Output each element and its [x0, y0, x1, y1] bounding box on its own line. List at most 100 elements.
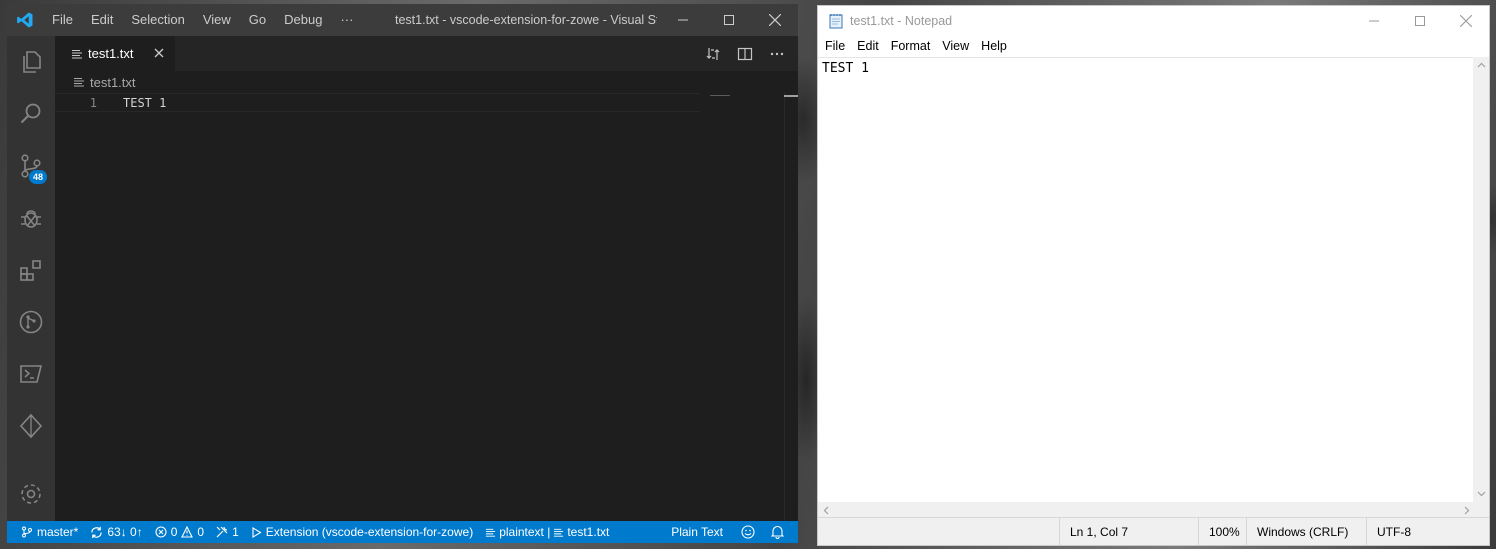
menu-file[interactable]: File — [43, 4, 82, 36]
scrollbar-corner — [1473, 502, 1489, 518]
notepad-vertical-scrollbar[interactable] — [1473, 57, 1489, 502]
notepad-menu-edit[interactable]: Edit — [851, 36, 885, 56]
maximize-icon — [1415, 16, 1425, 26]
notepad-horizontal-scrollbar[interactable] — [818, 502, 1475, 518]
scroll-down-arrow[interactable] — [1473, 486, 1489, 502]
file-lines-icon — [486, 528, 496, 537]
notepad-minimize-button[interactable] — [1351, 6, 1397, 36]
zowe-icon — [19, 413, 43, 439]
debug-button[interactable] — [7, 194, 55, 242]
status-branch[interactable]: master* — [7, 521, 84, 543]
menu-go[interactable]: Go — [240, 4, 275, 36]
chevron-right-icon — [1464, 506, 1470, 514]
notepad-menu-help[interactable]: Help — [975, 36, 1013, 56]
notepad-icon — [829, 14, 843, 29]
status-line-ending: Windows (CRLF) — [1246, 518, 1348, 545]
vscode-minimize-button[interactable] — [660, 4, 706, 36]
vscode-titlebar: File Edit Selection View Go Debug ··· te… — [7, 4, 798, 36]
search-icon — [20, 103, 41, 124]
menu-selection[interactable]: Selection — [122, 4, 193, 36]
notepad-close-button[interactable] — [1443, 6, 1489, 36]
status-outline[interactable]: plaintext | test1.txt — [479, 521, 615, 543]
notepad-maximize-button[interactable] — [1397, 6, 1443, 36]
notepad-window-title: test1.txt - Notepad — [850, 14, 953, 28]
status-tools[interactable]: 1 — [210, 521, 245, 543]
editor-scrollbar[interactable] — [784, 93, 798, 521]
vscode-window-controls — [660, 4, 798, 36]
breadcrumb[interactable]: test1.txt — [55, 71, 136, 93]
vscode-window: File Edit Selection View Go Debug ··· te… — [7, 4, 798, 543]
notepad-menu-view[interactable]: View — [936, 36, 975, 56]
breadcrumb-file[interactable]: test1.txt — [90, 75, 136, 90]
play-icon — [252, 526, 262, 538]
git-branch-icon — [22, 526, 32, 538]
scroll-left-arrow[interactable] — [818, 502, 834, 518]
menu-view[interactable]: View — [194, 4, 240, 36]
status-sync[interactable]: 63↓ 0↑ — [84, 521, 148, 543]
minimize-icon — [1369, 20, 1379, 22]
menu-more[interactable]: ··· — [331, 4, 362, 36]
status-language-mode[interactable]: Plain Text — [665, 521, 735, 543]
tools-count: 1 — [232, 525, 239, 539]
vscode-window-title: test1.txt - vscode-extension-for-zowe - … — [395, 13, 657, 27]
notepad-menu-file[interactable]: File — [819, 36, 851, 56]
scm-badge: 48 — [29, 170, 47, 184]
git-history-button[interactable] — [7, 298, 55, 346]
minimize-icon — [678, 19, 688, 21]
manage-button[interactable] — [7, 470, 55, 518]
vscode-maximize-button[interactable] — [706, 4, 752, 36]
git-graph-icon — [19, 310, 43, 334]
search-button[interactable] — [7, 90, 55, 138]
status-bar: master* 63↓ 0↑ 0 0 1 Extension (vscode-e… — [7, 521, 798, 543]
gear-icon — [21, 484, 41, 504]
notepad-window: test1.txt - Notepad File Edit Format Vie… — [817, 5, 1490, 546]
notepad-text-area[interactable]: TEST 1 — [818, 57, 1475, 502]
editor-line[interactable]: 1 TEST 1 — [55, 93, 700, 112]
menu-debug[interactable]: Debug — [275, 4, 331, 36]
status-launch-config[interactable]: Extension (vscode-extension-for-zowe) — [245, 521, 479, 543]
close-icon — [154, 48, 164, 58]
tab-test1-txt[interactable]: test1.txt — [55, 36, 175, 71]
chevron-up-icon — [1477, 62, 1485, 68]
launch-config-label: Extension (vscode-extension-for-zowe) — [265, 525, 474, 539]
notepad-status-bar: Ln 1, Col 7 100% Windows (CRLF) UTF-8 — [818, 517, 1489, 545]
files-icon — [23, 51, 41, 73]
vscode-close-button[interactable] — [752, 4, 798, 36]
explorer-button[interactable] — [7, 38, 55, 86]
scroll-up-arrow[interactable] — [1473, 57, 1489, 73]
terminal-button[interactable] — [7, 350, 55, 398]
warning-icon — [181, 526, 194, 538]
extensions-button[interactable] — [7, 246, 55, 294]
bug-icon — [21, 210, 41, 228]
notifications-button[interactable] — [765, 521, 798, 543]
editor-tab-bar: test1.txt — [55, 36, 798, 71]
vscode-menubar: File Edit Selection View Go Debug ··· — [43, 4, 362, 36]
notepad-menu-format[interactable]: Format — [885, 36, 937, 56]
line-text[interactable]: TEST 1 — [123, 94, 166, 113]
terminal-icon — [20, 365, 43, 383]
file-lines-icon — [554, 528, 564, 537]
menu-edit[interactable]: Edit — [82, 4, 122, 36]
zowe-explorer-button[interactable] — [7, 402, 55, 450]
extensions-icon — [20, 260, 41, 281]
editor-area[interactable]: 1 TEST 1 — [55, 93, 798, 521]
error-icon — [155, 526, 167, 538]
tab-close-button[interactable] — [151, 45, 167, 61]
compare-icon — [706, 47, 720, 60]
notepad-window-controls — [1351, 6, 1489, 36]
sync-icon — [91, 526, 103, 538]
more-actions-button[interactable] — [766, 43, 788, 65]
editor-actions — [702, 36, 788, 71]
split-editor-icon — [737, 47, 753, 60]
feedback-button[interactable] — [735, 521, 765, 543]
split-editor-button[interactable] — [734, 43, 756, 65]
minimap[interactable] — [710, 95, 730, 96]
compare-changes-button[interactable] — [702, 43, 724, 65]
tools-icon — [216, 526, 228, 538]
status-problems[interactable]: 0 0 — [149, 521, 210, 543]
smiley-icon — [741, 525, 755, 539]
ellipsis-icon — [770, 52, 784, 55]
notepad-menubar: File Edit Format View Help — [818, 36, 1013, 56]
file-lines-icon — [72, 49, 82, 58]
source-control-button[interactable]: 48 — [7, 142, 55, 190]
